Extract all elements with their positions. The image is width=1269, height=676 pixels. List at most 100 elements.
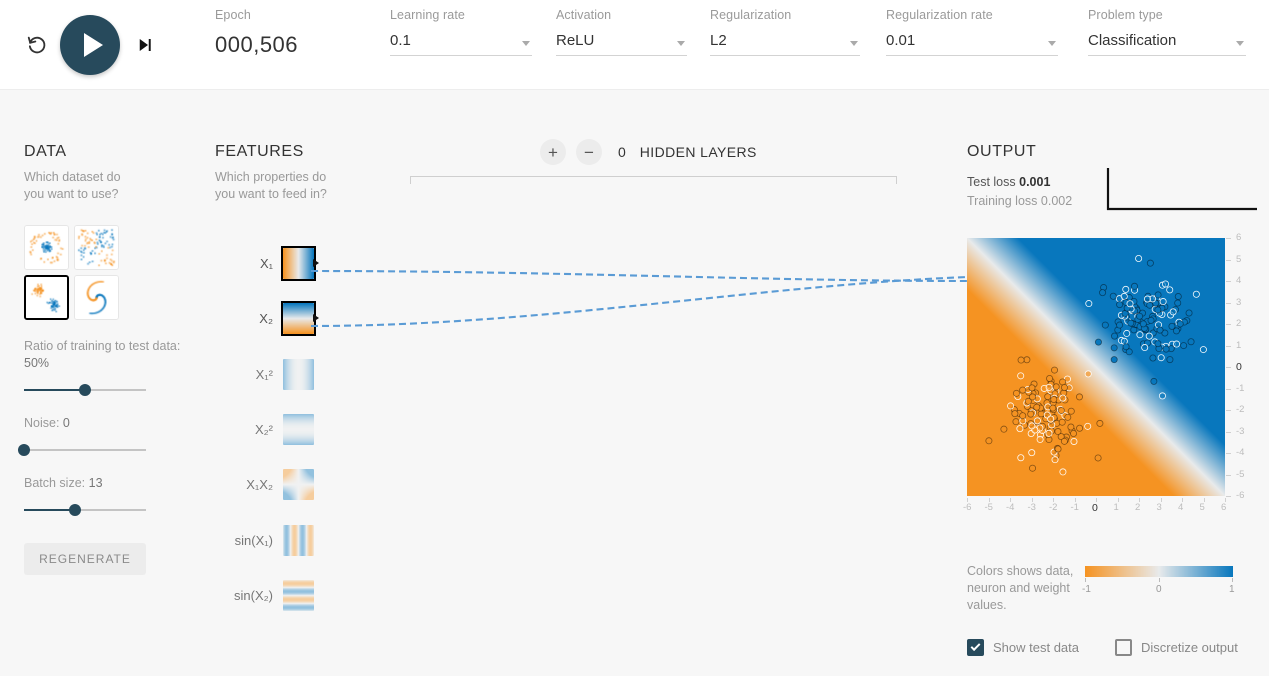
legend-tick-mid bbox=[1159, 578, 1160, 582]
dataset-gauss-thumbnail bbox=[26, 277, 67, 318]
batch-label-text: Batch size: bbox=[24, 476, 86, 490]
dataset-circle[interactable] bbox=[24, 225, 69, 270]
batch-label: Batch size: 13 bbox=[24, 475, 194, 492]
dataset-xor-thumbnail bbox=[75, 226, 118, 269]
y-axis-tick-6: 6 bbox=[1236, 232, 1242, 243]
x-axis-tickmark bbox=[1096, 498, 1097, 502]
show-test-data-checkbox[interactable]: Show test data bbox=[967, 639, 1079, 656]
x-axis-tick-0: 0 bbox=[1092, 502, 1098, 514]
remove-layer-button[interactable]: − bbox=[576, 139, 602, 165]
discretize-output-label: Discretize output bbox=[1141, 640, 1238, 655]
play-button[interactable] bbox=[60, 15, 120, 75]
discretize-output-box[interactable] bbox=[1115, 639, 1132, 656]
x-axis-tickmark bbox=[1031, 498, 1033, 502]
regularization-field: Regularization L2 bbox=[710, 8, 860, 56]
chevron-down-icon bbox=[677, 41, 685, 46]
features-panel-title: FEATURES bbox=[215, 143, 304, 160]
x-axis-tickmark bbox=[1053, 498, 1054, 502]
feature-node-x2sq[interactable] bbox=[283, 414, 314, 445]
show-test-data-label: Show test data bbox=[993, 640, 1079, 655]
playback-controls bbox=[20, 0, 162, 90]
dataset-spiral-thumbnail bbox=[75, 276, 118, 319]
feature-node-sinx2[interactable] bbox=[283, 580, 314, 611]
reset-icon[interactable] bbox=[20, 28, 54, 62]
heatmap-y-axis: 6 5 4 3 2 1 0 -1 -2 -3 -4 -5 -6 bbox=[1225, 232, 1255, 501]
feature-thumbnail-x2sq bbox=[283, 414, 314, 445]
batch-slider-block: Batch size: 13 bbox=[24, 475, 194, 517]
learning-rate-select[interactable]: 0.1 bbox=[390, 32, 532, 56]
x-axis-tickmark bbox=[1160, 498, 1162, 502]
check-icon bbox=[970, 641, 981, 652]
noise-slider[interactable] bbox=[18, 443, 146, 457]
y-axis-tick--5: -5 bbox=[1236, 468, 1245, 480]
activation-select[interactable]: ReLU bbox=[556, 32, 687, 56]
regularization-rate-label: Regularization rate bbox=[886, 8, 993, 22]
step-forward-icon[interactable] bbox=[128, 28, 162, 62]
output-heatmap-container: -6 -5 -4 -3 -2 -1 0 1 2 3 4 5 6 6 5 4 3 2 1 0 -1 -2 -3 -4 -5 -6 bbox=[963, 232, 1244, 514]
ratio-slider-block: Ratio of training to test data: 50% bbox=[24, 338, 194, 397]
epoch-label: Epoch bbox=[215, 8, 251, 22]
dataset-xor[interactable] bbox=[74, 225, 119, 270]
y-axis-tickmark bbox=[1226, 410, 1231, 411]
x-axis-tick--1: -1 bbox=[1070, 502, 1079, 513]
test-loss: Test loss 0.001 bbox=[967, 173, 1072, 192]
learning-rate-field: Learning rate 0.1 bbox=[390, 8, 532, 56]
y-axis-tick-4: 4 bbox=[1236, 275, 1242, 286]
network-span-bracket bbox=[410, 176, 897, 184]
x-axis-tickmark bbox=[1010, 498, 1011, 502]
epoch-value: 000,506 bbox=[215, 32, 299, 57]
batch-slider-knob[interactable] bbox=[69, 504, 82, 516]
feature-node-x1x2[interactable] bbox=[283, 469, 314, 500]
discretize-output-checkbox[interactable]: Discretize output bbox=[1115, 639, 1238, 656]
feature-node-x1[interactable] bbox=[281, 246, 319, 281]
x-axis-tickmark bbox=[1139, 498, 1140, 502]
link-x2-output bbox=[310, 275, 969, 328]
output-heatmap[interactable] bbox=[967, 238, 1225, 496]
x-axis-tickmark bbox=[1203, 498, 1205, 502]
legend-label-max: 1 bbox=[1229, 584, 1235, 595]
regularization-select[interactable]: L2 bbox=[710, 32, 860, 56]
feature-label-x1x2: X₁X₂ bbox=[246, 477, 273, 492]
x-axis-tick-1: 1 bbox=[1113, 502, 1119, 513]
hidden-layers-control: + − 0 HIDDEN LAYERS bbox=[540, 139, 757, 165]
x-axis-tick-4: 4 bbox=[1178, 502, 1184, 513]
step-glyph bbox=[139, 39, 151, 51]
dataset-gauss[interactable] bbox=[24, 275, 69, 320]
noise-label: Noise: 0 bbox=[24, 415, 194, 432]
feature-thumbnail-sinx1 bbox=[283, 525, 314, 556]
noise-slider-knob[interactable] bbox=[18, 444, 30, 456]
problem-type-select[interactable]: Classification bbox=[1088, 32, 1246, 56]
play-icon bbox=[83, 33, 103, 57]
add-layer-button[interactable]: + bbox=[540, 139, 566, 165]
feature-node-sinx1[interactable] bbox=[283, 525, 314, 556]
feature-label-sinx2: sin(X₂) bbox=[234, 588, 273, 603]
feature-node-x1sq[interactable] bbox=[283, 359, 314, 390]
dataset-spiral[interactable] bbox=[74, 275, 119, 320]
feature-node-x2[interactable] bbox=[281, 301, 319, 336]
regularization-rate-select[interactable]: 0.01 bbox=[886, 32, 1058, 56]
y-axis-tickmark bbox=[1226, 453, 1231, 454]
x-axis-tick-2: 2 bbox=[1135, 502, 1141, 513]
training-loss: Training loss 0.002 bbox=[967, 192, 1072, 211]
feature-thumbnail-x2 bbox=[283, 303, 314, 334]
y-axis-tick-0: 0 bbox=[1236, 361, 1242, 373]
y-axis-tickmark bbox=[1226, 324, 1231, 325]
feature-label-x2: X₂ bbox=[259, 311, 273, 326]
y-axis-tick-1: 1 bbox=[1236, 339, 1242, 351]
heatmap-x-axis: -6 -5 -4 -3 -2 -1 0 1 2 3 4 5 6 bbox=[963, 498, 1226, 516]
show-test-data-box[interactable] bbox=[967, 639, 984, 656]
ratio-slider-knob[interactable] bbox=[79, 384, 91, 396]
feature-row-sinx2: sin(X₂) bbox=[215, 580, 314, 611]
problem-type-value: Classification bbox=[1088, 32, 1177, 49]
test-loss-value: 0.001 bbox=[1019, 175, 1051, 189]
legend-gradient-bar bbox=[1085, 566, 1233, 577]
y-axis-tickmark bbox=[1226, 302, 1231, 304]
y-axis-tick--6: -6 bbox=[1236, 490, 1245, 501]
epoch-display: Epoch 000,506 bbox=[215, 8, 298, 58]
y-axis-tick--3: -3 bbox=[1236, 425, 1245, 437]
legend-label-mid: 0 bbox=[1156, 584, 1162, 595]
feature-label-x2sq: X₂² bbox=[254, 422, 273, 437]
ratio-slider[interactable] bbox=[24, 383, 146, 397]
batch-slider[interactable] bbox=[24, 503, 146, 517]
regenerate-button[interactable]: REGENERATE bbox=[24, 543, 146, 575]
